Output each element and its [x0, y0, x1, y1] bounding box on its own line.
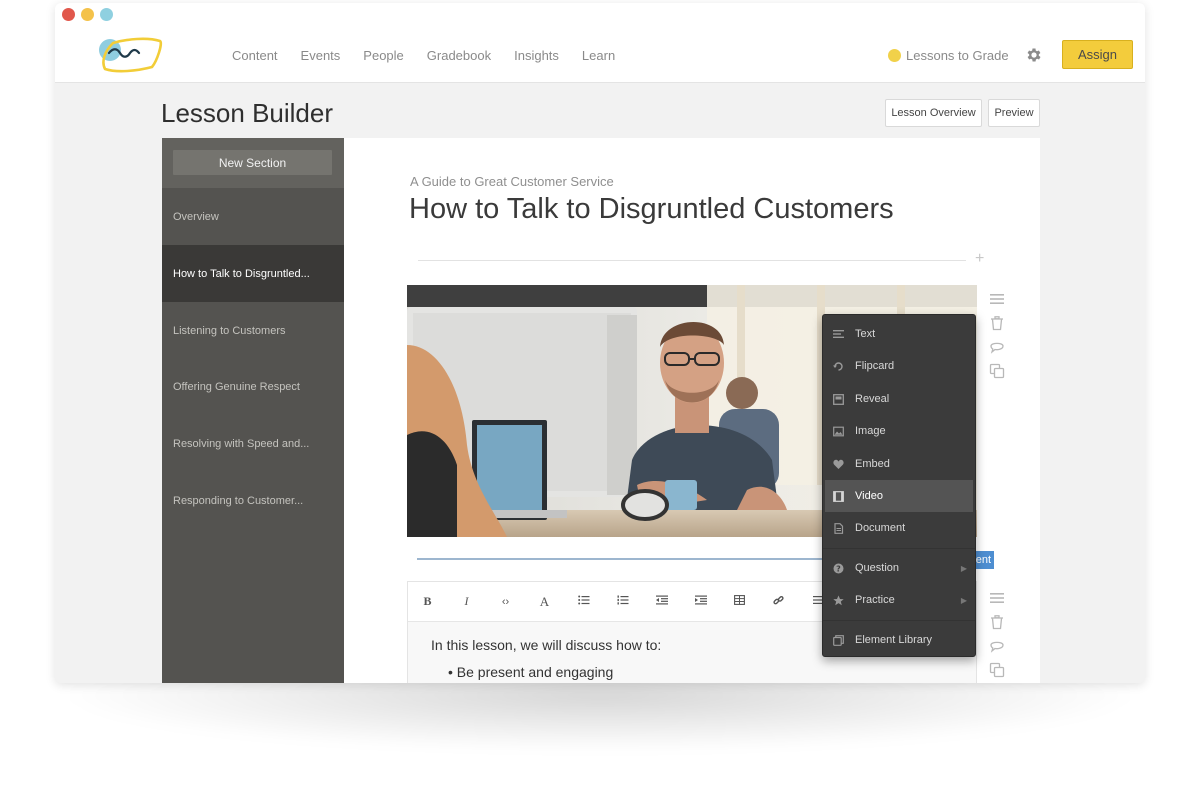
- flipcard-icon: [833, 361, 843, 371]
- submenu-arrow-icon: ▶: [960, 595, 967, 605]
- lessons-to-grade-link[interactable]: Lessons to Grade: [888, 48, 1009, 63]
- comment-icon[interactable]: [989, 339, 1005, 355]
- menu-label: Image: [855, 425, 886, 437]
- menu-item-document[interactable]: Document: [825, 512, 973, 544]
- course-name: A Guide to Great Customer Service: [410, 174, 614, 189]
- preview-button[interactable]: Preview: [988, 99, 1040, 127]
- duplicate-icon[interactable]: [989, 662, 1005, 678]
- top-navigation-bar: Content Events People Gradebook Insights…: [55, 3, 1145, 83]
- app-window: Content Events People Gradebook Insights…: [55, 3, 1145, 683]
- menu-label: Practice: [855, 594, 895, 606]
- main-nav: Content Events People Gradebook Insights…: [232, 48, 615, 63]
- menu-item-element-library[interactable]: Element Library: [825, 624, 973, 656]
- menu-item-question[interactable]: ? Question ▶: [825, 552, 973, 584]
- menu-item-practice[interactable]: Practice ▶: [825, 584, 973, 616]
- section-divider: [418, 260, 966, 261]
- heart-icon: [833, 459, 844, 469]
- menu-label: Video: [855, 490, 883, 502]
- menu-label: Embed: [855, 458, 890, 470]
- submenu-arrow-icon: ▶: [960, 563, 967, 573]
- bullet-item: • Be present and engaging: [448, 664, 614, 680]
- drag-handle-icon[interactable]: [989, 590, 1005, 606]
- menu-label: Element Library: [855, 634, 933, 646]
- nav-people[interactable]: People: [363, 48, 403, 63]
- film-icon: [833, 490, 844, 502]
- comment-icon[interactable]: [989, 638, 1005, 654]
- nav-events[interactable]: Events: [301, 48, 341, 63]
- nav-learn[interactable]: Learn: [582, 48, 615, 63]
- assign-button[interactable]: Assign: [1062, 40, 1133, 69]
- window-controls: [62, 8, 113, 21]
- text-icon: [833, 329, 844, 338]
- reveal-icon: [833, 393, 844, 405]
- menu-item-flipcard[interactable]: Flipcard: [825, 350, 973, 382]
- insert-element-menu: Text Flipcard Reveal Image Embed Video D…: [822, 314, 976, 657]
- menu-label: Text: [855, 328, 876, 340]
- bullet-list-icon[interactable]: [564, 595, 603, 608]
- zoom-window-dot[interactable]: [100, 8, 113, 21]
- drag-handle-icon[interactable]: [989, 291, 1005, 307]
- code-button[interactable]: ‹›: [486, 596, 525, 608]
- document-icon: [834, 522, 844, 534]
- lesson-title[interactable]: How to Talk to Disgruntled Customers: [409, 193, 894, 226]
- question-icon: ?: [833, 563, 844, 573]
- intro-text: In this lesson, we will discuss how to:: [431, 637, 662, 653]
- nav-content[interactable]: Content: [232, 48, 278, 63]
- menu-item-video[interactable]: Video: [825, 480, 973, 512]
- image-element-actions: [989, 291, 1005, 379]
- menu-item-embed[interactable]: Embed: [825, 448, 973, 480]
- outdent-icon[interactable]: [642, 595, 681, 608]
- add-element-plus-icon[interactable]: +: [975, 250, 984, 268]
- menu-item-text[interactable]: Text: [825, 318, 973, 350]
- lesson-overview-button[interactable]: Lesson Overview: [885, 99, 982, 127]
- menu-label: Document: [855, 522, 906, 534]
- bold-button[interactable]: B: [408, 594, 447, 609]
- indent-icon[interactable]: [681, 595, 720, 608]
- sidebar-item-overview[interactable]: Overview: [162, 188, 344, 245]
- sidebar-item-listening[interactable]: Listening to Customers: [162, 302, 344, 359]
- menu-separator: [823, 548, 975, 549]
- trash-icon[interactable]: [989, 315, 1005, 331]
- drop-indicator-line: [417, 558, 827, 560]
- menu-label: Reveal: [855, 393, 890, 405]
- font-button[interactable]: A: [525, 594, 564, 610]
- sidebar-item-disgruntled-customers[interactable]: How to Talk to Disgruntled...: [162, 245, 344, 302]
- brand-logo-icon[interactable]: [97, 35, 165, 75]
- svg-text:?: ?: [836, 564, 841, 573]
- link-icon[interactable]: [759, 595, 798, 609]
- duplicate-icon[interactable]: [989, 363, 1005, 379]
- star-icon: [833, 595, 844, 605]
- table-icon[interactable]: [720, 595, 759, 608]
- sidebar-item-resolving[interactable]: Resolving with Speed and...: [162, 415, 344, 472]
- sidebar-item-respect[interactable]: Offering Genuine Respect: [162, 358, 344, 415]
- gear-icon[interactable]: [1025, 46, 1043, 64]
- close-window-dot[interactable]: [62, 8, 75, 21]
- page-title: Lesson Builder: [161, 98, 333, 128]
- italic-button[interactable]: I: [447, 594, 486, 609]
- menu-label: Flipcard: [855, 360, 895, 372]
- image-icon: [833, 426, 844, 436]
- sidebar-item-responding[interactable]: Responding to Customer...: [162, 472, 344, 529]
- section-sidebar: New Section Overview How to Talk to Disg…: [162, 138, 344, 683]
- new-section-button[interactable]: New Section: [173, 150, 332, 175]
- menu-item-image[interactable]: Image: [825, 415, 973, 447]
- minimize-window-dot[interactable]: [81, 8, 94, 21]
- text-element-actions: [989, 590, 1005, 678]
- menu-item-reveal[interactable]: Reveal: [825, 383, 973, 415]
- menu-label: Question: [855, 562, 900, 574]
- library-icon: [833, 634, 844, 646]
- nav-insights[interactable]: Insights: [514, 48, 559, 63]
- nav-gradebook[interactable]: Gradebook: [427, 48, 491, 63]
- grade-indicator-icon: [888, 49, 901, 62]
- numbered-list-icon[interactable]: [603, 595, 642, 608]
- trash-icon[interactable]: [989, 614, 1005, 630]
- lessons-to-grade-label: Lessons to Grade: [906, 48, 1009, 63]
- menu-separator: [823, 620, 975, 621]
